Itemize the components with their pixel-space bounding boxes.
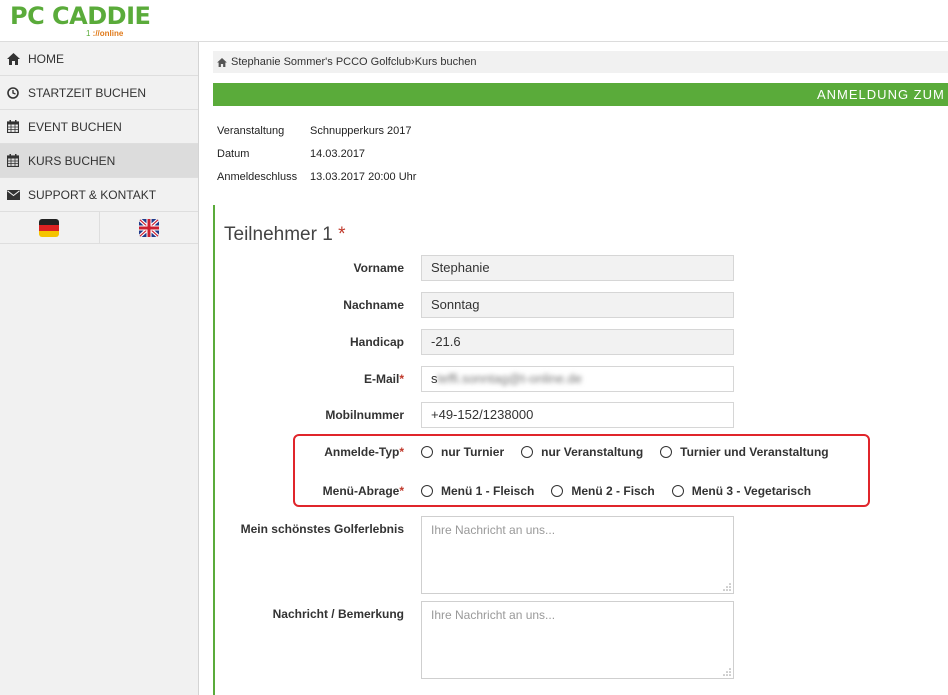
resize-handle-icon[interactable] [723,583,731,591]
menu-abrage-label: Menü-Abrage* [322,484,404,498]
anmelde-typ-option-nur-turnier[interactable]: nur Turnier [421,445,504,459]
vorname-label: Vorname [353,261,404,275]
required-marker: * [338,224,346,245]
language-switcher [0,212,198,244]
calendar-icon [6,154,20,168]
registration-banner: ANMELDUNG ZUM K [213,83,948,106]
radio-button[interactable] [421,485,433,497]
sidebar: HOME STARTZEIT BUCHEN EVENT BUCHEN KURS … [0,42,199,695]
de-flag-icon [39,218,60,237]
uk-flag-icon [138,218,159,237]
sidebar-item-home[interactable]: HOME [0,42,198,76]
home-icon [6,52,20,66]
radio-button[interactable] [521,446,534,458]
anmelde-typ-label: Anmelde-Typ* [324,445,404,459]
email-blurred-text: teffi.sonntag@t-online.de [437,371,583,386]
sidebar-item-label: HOME [28,51,64,66]
event-info-label: Veranstaltung [217,125,285,137]
resize-handle-icon[interactable] [723,668,731,676]
event-info-value: 14.03.2017 [310,148,366,160]
sidebar-item-label: STARTZEIT BUCHEN [28,85,147,100]
calendar-icon [6,120,20,134]
language-en-button[interactable] [100,212,199,243]
sidebar-item-label: EVENT BUCHEN [28,119,122,134]
top-bar: PC CADDIE 1 ://online [0,0,948,42]
handicap-label: Handicap [349,335,404,349]
sidebar-item-startzeit-buchen[interactable]: STARTZEIT BUCHEN [0,76,198,110]
menu-option-fisch[interactable]: Menü 2 - Fisch [551,484,655,498]
radio-button[interactable] [421,446,433,458]
radio-button[interactable] [551,485,564,497]
nachricht-placeholder: Ihre Nachricht an uns... [431,608,556,622]
nachname-field[interactable]: Sonntag [421,292,734,318]
menu-option-fleisch[interactable]: Menü 1 - Fleisch [421,484,534,498]
golferlebnis-placeholder: Ihre Nachricht an uns... [431,523,556,537]
menu-option-vegetarisch[interactable]: Menü 3 - Vegetarisch [671,484,811,498]
required-marker: * [399,484,404,498]
golferlebnis-label: Mein schönstes Golferlebnis [240,522,404,536]
event-info-label: Datum [217,148,250,160]
sidebar-item-label: KURS BUCHEN [28,153,116,168]
anmelde-typ-option-turnier-und-veranstaltung[interactable]: Turnier und Veranstaltung [660,445,829,459]
language-de-button[interactable] [0,212,100,243]
sidebar-item-event-buchen[interactable]: EVENT BUCHEN [0,110,198,144]
required-marker: * [399,445,404,459]
golferlebnis-textarea[interactable]: Ihre Nachricht an uns... [421,516,734,594]
event-info-label: Anmeldeschluss [217,171,298,183]
email-label: E-Mail* [363,372,404,386]
required-marker: * [399,372,404,386]
event-info-value: Schnupperkurs 2017 [310,125,412,137]
logo-subtext: 1 ://online [86,29,124,38]
vorname-field[interactable]: Stephanie [421,255,734,281]
event-info-value: 13.03.2017 20:00 Uhr [310,171,417,183]
menu-radio-group: Menü 1 - Fleisch Menü 2 - Fisch Menü 3 -… [421,484,811,498]
sidebar-item-support-kontakt[interactable]: SUPPORT & KONTAKT [0,178,198,212]
mobilnummer-field[interactable]: +49-152/1238000 [421,402,734,428]
sidebar-item-label: SUPPORT & KONTAKT [28,187,157,202]
clock-icon [6,86,20,100]
home-icon[interactable] [217,57,227,67]
nachname-label: Nachname [343,298,404,312]
breadcrumb-club-link[interactable]: Stephanie Sommer's PCCO Golfclub [231,56,411,68]
email-field[interactable]: steffi.sonntag@t-online.de [421,366,734,392]
radio-button[interactable] [671,485,684,497]
mobilnummer-label: Mobilnummer [325,408,404,422]
radio-button[interactable] [660,446,673,458]
sidebar-item-kurs-buchen[interactable]: KURS BUCHEN [0,144,198,178]
breadcrumb: Stephanie Sommer's PCCO Golfclub › Kurs … [213,51,948,73]
anmelde-typ-radio-group: nur Turnier nur Veranstaltung Turnier un… [421,445,829,459]
participant-title: Teilnehmer 1 * [224,224,346,245]
logo-text: PC CADDIE [10,2,151,30]
pc-caddie-logo[interactable]: PC CADDIE 1 ://online [10,2,151,38]
breadcrumb-current: Kurs buchen [414,56,477,68]
anmelde-typ-option-nur-veranstaltung[interactable]: nur Veranstaltung [521,445,643,459]
nachricht-label: Nachricht / Bemerkung [272,607,404,621]
handicap-field[interactable]: -21.6 [421,329,734,355]
nachricht-textarea[interactable]: Ihre Nachricht an uns... [421,601,734,679]
envelope-icon [6,188,20,202]
